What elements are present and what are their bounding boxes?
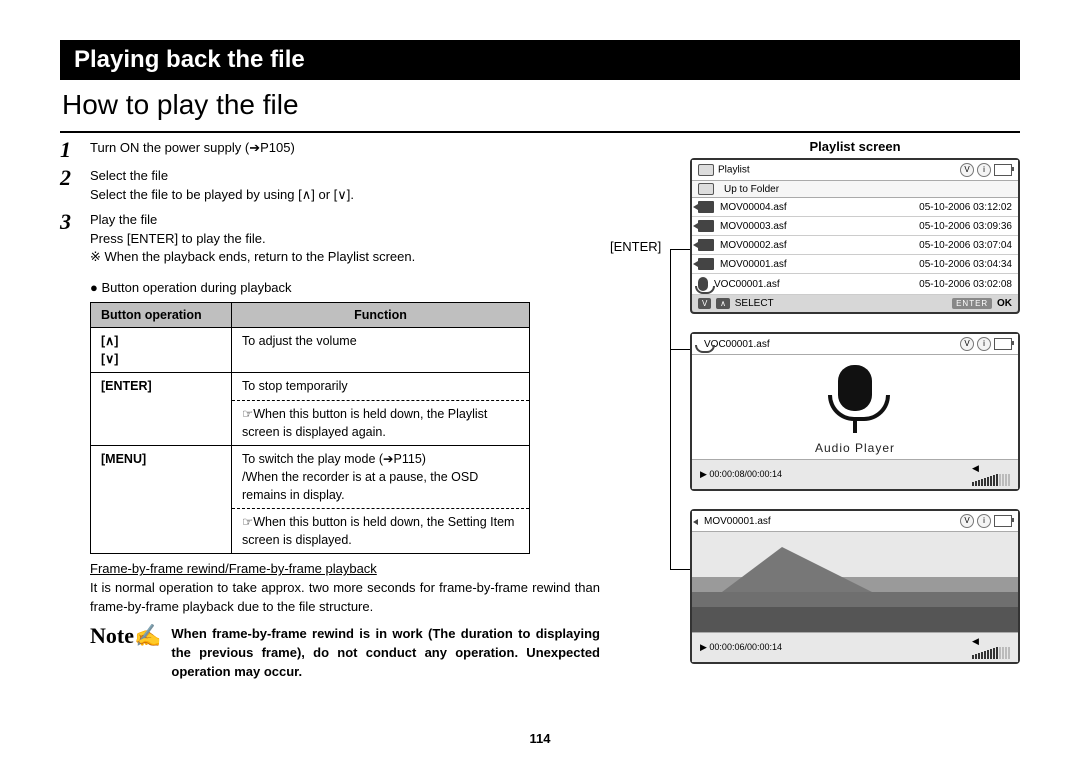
op-label: [MENU] bbox=[91, 445, 232, 554]
speaker-icon: ◀ bbox=[972, 636, 1010, 659]
op-func: To switch the play mode (➔P115) /When th… bbox=[242, 450, 519, 504]
op-func: To adjust the volume bbox=[232, 328, 530, 373]
ok-hint: OK bbox=[997, 298, 1012, 309]
audio-player-screenshot: VOC00001.asf V i Audio Player ▶ 00:00:08… bbox=[690, 332, 1020, 491]
step-2: 2 Select the file Select the file to be … bbox=[60, 167, 600, 205]
op-func-sub: ☞When this button is held down, the Sett… bbox=[242, 513, 519, 549]
volume-bars-icon bbox=[972, 647, 1010, 659]
folder-icon bbox=[698, 164, 714, 176]
playlist-screen-title: Playlist screen bbox=[690, 139, 1020, 154]
down-key-icon: V bbox=[698, 298, 711, 309]
up-key-icon: ∧ bbox=[716, 298, 730, 309]
step-number: 1 bbox=[60, 139, 80, 161]
video-file-name: MOV00001.asf bbox=[704, 516, 771, 527]
step-title: Play the file bbox=[90, 211, 600, 230]
playlist-row: MOV00003.asf 05-10-2006 03:09:36 bbox=[692, 217, 1018, 236]
step-desc: Select the file to be played by using [∧… bbox=[90, 186, 600, 205]
playlist-row: VOC00001.asf 05-10-2006 03:02:08 bbox=[692, 274, 1018, 295]
v-badge-icon: V bbox=[960, 337, 974, 351]
step-3: 3 Play the file Press [ENTER] to play th… bbox=[60, 211, 600, 268]
video-thumbnail bbox=[692, 532, 1018, 632]
table-header-op: Button operation bbox=[91, 303, 232, 328]
file-date: 05-10-2006 03:04:34 bbox=[919, 259, 1012, 270]
step-title: Select the file bbox=[90, 167, 600, 186]
file-date: 05-10-2006 03:12:02 bbox=[919, 202, 1012, 213]
note-icon: Note✍ bbox=[90, 625, 161, 682]
playlist-row: MOV00004.asf 05-10-2006 03:12:02 bbox=[692, 198, 1018, 217]
video-file-icon bbox=[698, 239, 714, 251]
file-date: 05-10-2006 03:02:08 bbox=[919, 279, 1012, 290]
file-name: MOV00004.asf bbox=[720, 202, 787, 213]
step-line: ※ When the playback ends, return to the … bbox=[90, 248, 600, 267]
step-number: 2 bbox=[60, 167, 80, 205]
file-name: MOV00003.asf bbox=[720, 221, 787, 232]
volume-bars-icon bbox=[972, 474, 1010, 486]
video-file-icon bbox=[698, 258, 714, 270]
table-row: [MENU] To switch the play mode (➔P115) /… bbox=[91, 445, 530, 554]
playlist-screenshot: Playlist V i Up to Folder MOV00004.asf 05… bbox=[690, 158, 1020, 314]
playlist-row: MOV00001.asf 05-10-2006 03:04:34 bbox=[692, 255, 1018, 274]
divider bbox=[60, 131, 1020, 133]
dashed-divider bbox=[232, 508, 529, 509]
speaker-icon: ◀ bbox=[972, 463, 1010, 486]
table-header-func: Function bbox=[232, 303, 530, 328]
video-time: 00:00:06/00:00:14 bbox=[709, 642, 782, 652]
enter-key-label: [ENTER] bbox=[610, 239, 661, 254]
table-row: [ENTER] To stop temporarily ☞When this b… bbox=[91, 373, 530, 445]
step-1: 1 Turn ON the power supply (➔P105) bbox=[60, 139, 600, 161]
op-func-sub: ☞When this button is held down, the Play… bbox=[242, 405, 519, 441]
audio-player-label: Audio Player bbox=[692, 441, 1018, 455]
audio-time: 00:00:08/00:00:14 bbox=[709, 469, 782, 479]
page-number: 114 bbox=[0, 731, 1080, 746]
video-file-icon bbox=[698, 220, 714, 232]
step-line: Press [ENTER] to play the file. bbox=[90, 230, 600, 249]
step-body: Turn ON the power supply (➔P105) bbox=[90, 139, 600, 161]
screen-header-label: Playlist bbox=[718, 165, 750, 176]
connector-line bbox=[670, 249, 671, 569]
i-badge-icon: i bbox=[977, 163, 991, 177]
frame-body: It is normal operation to take approx. t… bbox=[90, 579, 600, 617]
left-column: 1 Turn ON the power supply (➔P105) 2 Sel… bbox=[60, 139, 600, 682]
playlist-row: MOV00002.asf 05-10-2006 03:07:04 bbox=[692, 236, 1018, 255]
file-name: MOV00001.asf bbox=[720, 259, 787, 270]
i-badge-icon: i bbox=[977, 514, 991, 528]
enter-key-icon: ENTER bbox=[952, 298, 992, 309]
section-title-band: Playing back the file bbox=[60, 40, 1020, 80]
table-caption: ● Button operation during playback bbox=[90, 279, 600, 298]
file-name: VOC00001.asf bbox=[714, 279, 780, 290]
battery-icon bbox=[994, 338, 1012, 350]
op-label: [ENTER] bbox=[91, 373, 232, 445]
step-number: 3 bbox=[60, 211, 80, 268]
audio-file-icon bbox=[698, 277, 708, 291]
dashed-divider bbox=[232, 400, 529, 401]
op-label: [∧] [∨] bbox=[91, 328, 232, 373]
operations-table: Button operation Function [∧] [∨] To adj… bbox=[90, 302, 530, 554]
battery-icon bbox=[994, 515, 1012, 527]
right-column: [ENTER] Playlist screen Playlist V i bbox=[630, 139, 1020, 682]
mountain-graphic bbox=[722, 547, 872, 592]
table-row: [∧] [∨] To adjust the volume bbox=[91, 328, 530, 373]
op-func: To stop temporarily bbox=[242, 377, 519, 395]
video-player-screenshot: MOV00001.asf V i ▶ 00:00:06/00:00:14 ◀ bbox=[690, 509, 1020, 664]
microphone-icon bbox=[838, 365, 872, 411]
up-to-folder-label: Up to Folder bbox=[724, 184, 779, 195]
select-hint: SELECT bbox=[735, 298, 774, 309]
file-date: 05-10-2006 03:07:04 bbox=[919, 240, 1012, 251]
v-badge-icon: V bbox=[960, 514, 974, 528]
section-title: Playing back the file bbox=[74, 46, 305, 73]
frame-subhead: Frame-by-frame rewind/Frame-by-frame pla… bbox=[90, 560, 600, 579]
folder-up-icon bbox=[698, 183, 714, 195]
note-block: Note✍ When frame-by-frame rewind is in w… bbox=[90, 625, 600, 682]
note-text: When frame-by-frame rewind is in work (T… bbox=[171, 625, 600, 682]
file-name: MOV00002.asf bbox=[720, 240, 787, 251]
section-subhead: How to play the file bbox=[62, 86, 1020, 121]
i-badge-icon: i bbox=[977, 337, 991, 351]
video-file-icon bbox=[698, 201, 714, 213]
v-badge-icon: V bbox=[960, 163, 974, 177]
battery-icon bbox=[994, 164, 1012, 176]
file-date: 05-10-2006 03:09:36 bbox=[919, 221, 1012, 232]
